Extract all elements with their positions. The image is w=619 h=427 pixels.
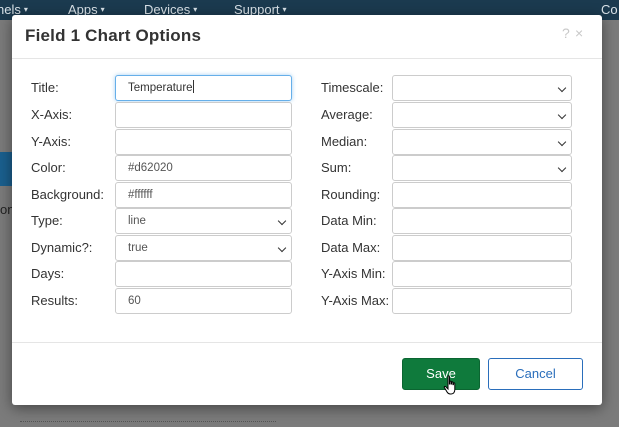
background-divider xyxy=(20,421,276,422)
background-label: Background: xyxy=(31,187,104,202)
text-cursor xyxy=(192,80,194,93)
color-label: Color: xyxy=(31,160,66,175)
days-input[interactable] xyxy=(115,261,292,287)
average-label: Average: xyxy=(321,107,373,122)
close-icon[interactable]: × xyxy=(575,25,583,41)
dynamic-select[interactable]: true xyxy=(115,235,292,261)
modal-title: Field 1 Chart Options xyxy=(25,26,202,45)
median-select[interactable] xyxy=(392,129,572,155)
y-axis-min-label: Y-Axis Min: xyxy=(321,266,386,281)
hand-pointer-icon xyxy=(443,375,459,403)
modal-footer: Save Cancel xyxy=(12,342,602,405)
sum-select[interactable] xyxy=(392,155,572,181)
modal-header: Field 1 Chart Options ? × xyxy=(12,15,602,59)
timescale-label: Timescale: xyxy=(321,80,384,95)
color-input[interactable]: #d62020 xyxy=(115,155,292,181)
x-axis-input[interactable] xyxy=(115,102,292,128)
days-label: Days: xyxy=(31,266,65,281)
data-min-label: Data Min: xyxy=(321,213,377,228)
title-input[interactable]: Temperature xyxy=(115,75,292,101)
nav-item-commercial[interactable]: Co xyxy=(601,2,618,17)
rounding-input[interactable] xyxy=(392,182,572,208)
data-max-input[interactable] xyxy=(392,235,572,261)
chart-options-modal: Field 1 Chart Options ? × Title: Tempera… xyxy=(12,15,602,405)
y-axis-label: Y-Axis: xyxy=(31,134,71,149)
type-label: Type: xyxy=(31,213,63,228)
type-select[interactable]: line xyxy=(115,208,292,234)
background-input[interactable]: #ffffff xyxy=(115,182,292,208)
save-button[interactable]: Save xyxy=(402,358,480,390)
y-axis-min-input[interactable] xyxy=(392,261,572,287)
results-input[interactable]: 60 xyxy=(115,288,292,314)
dynamic-label: Dynamic?: xyxy=(31,240,93,255)
results-label: Results: xyxy=(31,293,78,308)
y-axis-max-label: Y-Axis Max: xyxy=(321,293,390,308)
x-axis-label: X-Axis: xyxy=(31,107,73,122)
sum-label: Sum: xyxy=(321,160,352,175)
timescale-select[interactable] xyxy=(392,75,572,101)
median-label: Median: xyxy=(321,134,368,149)
help-icon[interactable]: ? xyxy=(562,25,570,41)
cancel-button[interactable]: Cancel xyxy=(488,358,583,390)
data-max-label: Data Max: xyxy=(321,240,381,255)
background-sidebar-tab xyxy=(0,152,12,186)
y-axis-input[interactable] xyxy=(115,129,292,155)
data-min-input[interactable] xyxy=(392,208,572,234)
average-select[interactable] xyxy=(392,102,572,128)
y-axis-max-input[interactable] xyxy=(392,288,572,314)
title-label: Title: xyxy=(31,80,59,95)
rounding-label: Rounding: xyxy=(321,187,381,202)
